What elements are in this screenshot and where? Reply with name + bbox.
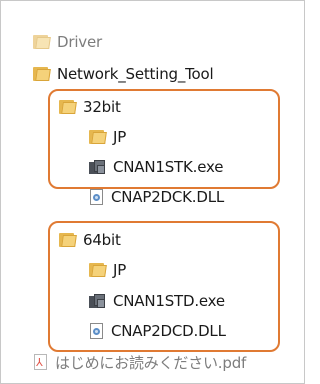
tree-item-cnap2dck-dll[interactable]: CNAP2DCK.DLL	[89, 186, 224, 208]
exe-icon	[89, 159, 107, 175]
tree-item-32bit[interactable]: 32bit	[59, 96, 121, 118]
tree-item-cnan1stk-exe[interactable]: CNAN1STK.exe	[89, 156, 223, 178]
folder-icon	[89, 129, 107, 145]
file-tree-panel: Driver Network_Setting_Tool 32bit JP CNA…	[0, 0, 305, 384]
tree-item-label: CNAN1STK.exe	[113, 158, 224, 176]
tree-item-label: Network_Setting_Tool	[57, 65, 214, 83]
tree-item-cnan1std-exe[interactable]: CNAN1STD.exe	[89, 290, 225, 312]
tree-item-label: はじめにお読みください.pdf	[55, 353, 247, 372]
tree-item-label: JP	[113, 261, 127, 279]
tree-item-network-setting-tool[interactable]: Network_Setting_Tool	[33, 63, 214, 85]
folder-icon	[33, 66, 51, 82]
tree-item-label: CNAP2DCD.DLL	[111, 322, 226, 340]
pdf-icon: ⅄	[33, 353, 49, 371]
folder-icon	[33, 34, 51, 50]
exe-icon	[89, 293, 107, 309]
dll-icon	[89, 188, 105, 206]
folder-icon	[59, 232, 77, 248]
tree-item-64bit-jp[interactable]: JP	[89, 259, 126, 281]
folder-icon	[89, 262, 107, 278]
tree-item-label: CNAN1STD.exe	[113, 292, 225, 310]
tree-item-64bit[interactable]: 64bit	[59, 229, 121, 251]
tree-item-label: 32bit	[83, 98, 121, 116]
tree-item-label: Driver	[57, 33, 102, 51]
tree-item-label: 64bit	[83, 231, 121, 249]
tree-item-driver[interactable]: Driver	[33, 31, 102, 53]
tree-item-label: JP	[113, 128, 127, 146]
folder-icon	[59, 99, 77, 115]
tree-item-cnap2dcd-dll[interactable]: CNAP2DCD.DLL	[89, 320, 226, 342]
tree-item-label: CNAP2DCK.DLL	[111, 188, 225, 206]
dll-icon	[89, 322, 105, 340]
tree-item-readme-pdf[interactable]: ⅄ はじめにお読みください.pdf	[33, 351, 246, 373]
tree-item-32bit-jp[interactable]: JP	[89, 126, 126, 148]
